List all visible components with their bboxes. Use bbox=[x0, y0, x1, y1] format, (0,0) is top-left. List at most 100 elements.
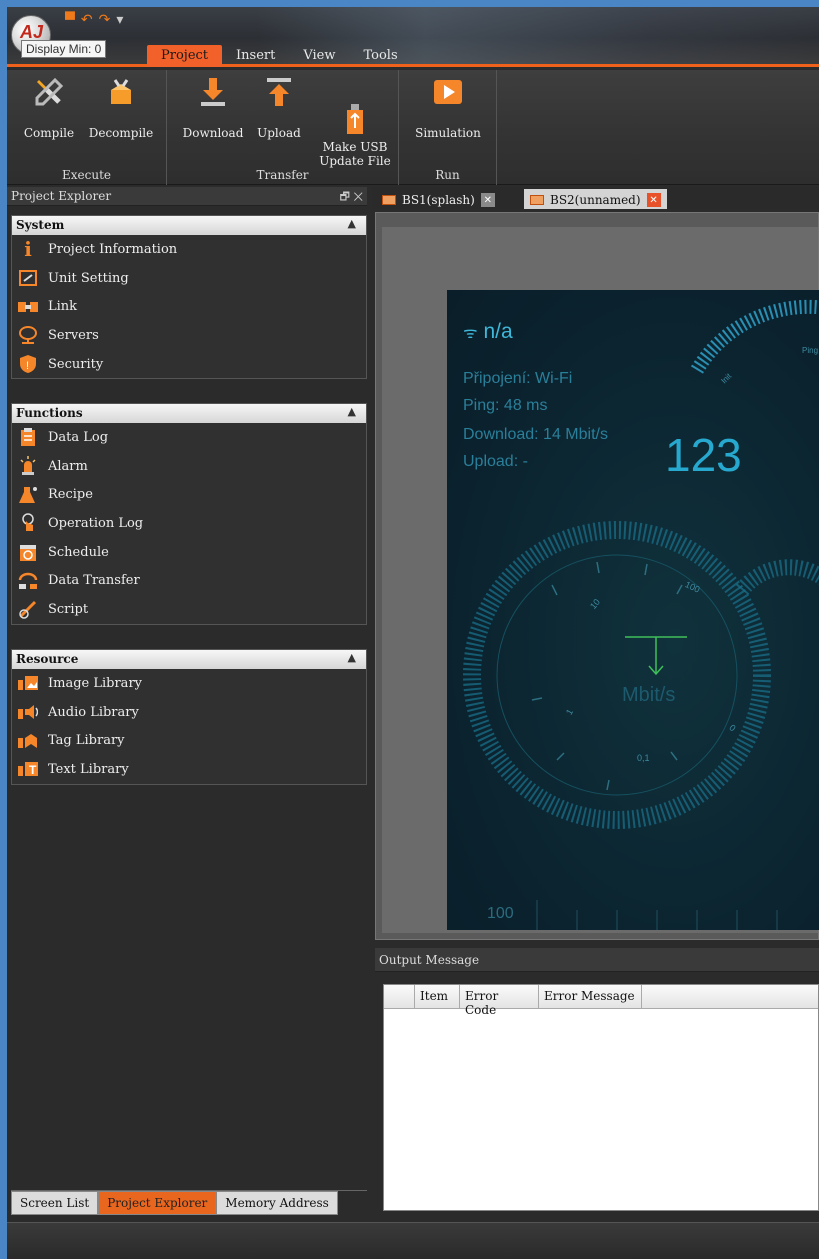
status-bar bbox=[7, 1222, 819, 1259]
doc-tab-bs2[interactable]: BS2(unnamed) ✕ bbox=[524, 189, 667, 209]
ribbon-group-execute: Compile Decompile Execute bbox=[7, 70, 167, 185]
project-explorer-title: Project Explorer 🗗 ✕ bbox=[7, 187, 367, 206]
text-library-icon: T bbox=[18, 759, 38, 779]
col-header-error-message[interactable]: Error Message bbox=[539, 985, 642, 1008]
script-icon bbox=[18, 599, 38, 620]
tab-tools[interactable]: Tools bbox=[349, 45, 411, 67]
screen-doc-icon bbox=[382, 195, 396, 205]
wifi-icon: ᯤ bbox=[463, 325, 478, 342]
collapse-icon[interactable]: ▲ bbox=[348, 651, 356, 664]
explorer-item-project-information[interactable]: i Project Information bbox=[12, 235, 366, 264]
cloud-server-icon bbox=[18, 325, 38, 345]
explorer-item-data-transfer[interactable]: Data Transfer bbox=[12, 566, 366, 595]
close-tab-icon[interactable]: ✕ bbox=[480, 193, 495, 207]
ping-label: Ping: 48 ms bbox=[463, 397, 548, 414]
info-icon: i bbox=[24, 237, 32, 262]
collapse-icon[interactable]: ▲ bbox=[348, 405, 356, 418]
col-header-select[interactable] bbox=[384, 985, 415, 1008]
undo-icon[interactable]: ↶ bbox=[81, 11, 93, 27]
clipboard-icon bbox=[18, 427, 38, 447]
explorer-item-audio-library[interactable]: Audio Library bbox=[12, 698, 366, 727]
download-button[interactable]: Download bbox=[179, 76, 247, 140]
screen-doc-icon bbox=[530, 195, 544, 205]
explorer-item-unit-setting[interactable]: Unit Setting bbox=[12, 264, 366, 293]
speed-value: 123 bbox=[665, 429, 742, 481]
customize-toolbar-icon[interactable]: ▾ bbox=[116, 11, 123, 27]
collapse-icon[interactable]: ▲ bbox=[348, 217, 356, 230]
explorer-item-tag-library[interactable]: Tag Library bbox=[12, 726, 366, 755]
explorer-item-image-library[interactable]: Image Library bbox=[12, 669, 366, 698]
explorer-item-text-library[interactable]: T Text Library bbox=[12, 755, 366, 784]
tooltip: Display Min: 0 bbox=[21, 40, 107, 58]
explorer-bottom-tabs: Screen List Project Explorer Memory Addr… bbox=[11, 1190, 367, 1216]
upload-icon bbox=[263, 76, 295, 108]
explorer-item-security[interactable]: ! Security bbox=[12, 350, 366, 379]
output-message-list[interactable]: Item Error Code Error Message bbox=[383, 984, 819, 1211]
play-icon bbox=[432, 76, 464, 108]
section-resource: Resource ▲ Image Library Audio Library T… bbox=[11, 649, 367, 785]
wrench-screwdriver-icon bbox=[33, 76, 65, 108]
doc-tab-bs1[interactable]: BS1(splash) ✕ bbox=[376, 189, 501, 209]
output-message-title: Output Message bbox=[375, 948, 819, 972]
tab-insert[interactable]: Insert bbox=[222, 45, 289, 67]
compile-label: Compile bbox=[23, 126, 75, 140]
redo-icon[interactable]: ↷ bbox=[99, 11, 111, 27]
svg-text:!: ! bbox=[26, 360, 29, 372]
group-label-transfer: Transfer bbox=[256, 168, 309, 182]
compile-button[interactable]: Compile bbox=[19, 76, 79, 140]
wifi-ssid: ᯤ n/a bbox=[463, 320, 513, 343]
image-library-icon bbox=[18, 673, 38, 693]
open-box-icon bbox=[105, 76, 137, 108]
decompile-label: Decompile bbox=[88, 126, 154, 140]
upload-button[interactable]: Upload bbox=[253, 76, 305, 140]
section-header-resource[interactable]: Resource ▲ bbox=[12, 650, 366, 669]
tag-icon bbox=[18, 731, 38, 751]
speaker-icon bbox=[18, 702, 38, 722]
tab-memory-address[interactable]: Memory Address bbox=[216, 1191, 338, 1215]
decompile-button[interactable]: Decompile bbox=[85, 76, 157, 140]
ribbon-group-transfer: Download Upload Make USB Update File Tra… bbox=[167, 70, 399, 185]
arc-label-ping: Ping bbox=[802, 346, 819, 355]
tab-project-explorer[interactable]: Project Explorer bbox=[98, 1191, 217, 1215]
tab-project[interactable]: Project bbox=[147, 45, 223, 67]
explorer-item-alarm[interactable]: Alarm bbox=[12, 452, 366, 481]
speed-unit: Mbit/s bbox=[622, 684, 676, 706]
save-icon[interactable]: ▀ bbox=[65, 11, 75, 27]
group-label-execute: Execute bbox=[61, 168, 111, 182]
quick-access-toolbar: ▀ ↶ ↷ ▾ bbox=[65, 11, 123, 27]
hmi-screen-preview[interactable]: ᯤ n/a Připojení: Wi-Fi Ping: 48 ms Downl… bbox=[447, 290, 819, 930]
explorer-item-link[interactable]: Link bbox=[12, 292, 366, 321]
app-window: AJ ▀ ↶ ↷ ▾ Display Min: 0 Project Insert… bbox=[7, 7, 819, 1259]
hand-pointer-icon bbox=[18, 513, 38, 533]
shield-icon: ! bbox=[18, 354, 38, 374]
unit-setting-icon bbox=[18, 268, 38, 288]
simulation-button[interactable]: Simulation bbox=[409, 76, 487, 140]
download-icon bbox=[197, 76, 229, 108]
make-usb-update-file-label: Make USB Update File bbox=[319, 140, 391, 168]
tab-screen-list[interactable]: Screen List bbox=[11, 1191, 99, 1215]
title-bar: AJ ▀ ↶ ↷ ▾ Display Min: 0 Project Insert… bbox=[7, 7, 819, 67]
explorer-item-recipe[interactable]: Recipe bbox=[12, 480, 366, 509]
pane-window-controls[interactable]: 🗗 ✕ bbox=[340, 188, 363, 207]
svg-text:T: T bbox=[29, 763, 37, 777]
upload-label: Upload bbox=[257, 126, 301, 140]
explorer-item-operation-log[interactable]: Operation Log bbox=[12, 509, 366, 538]
tab-view[interactable]: View bbox=[289, 45, 349, 67]
ribbon: Compile Decompile Execute Download Uploa… bbox=[7, 70, 819, 185]
simulation-label: Simulation bbox=[415, 126, 481, 140]
explorer-item-servers[interactable]: Servers bbox=[12, 321, 366, 350]
scale-value-100: 100 bbox=[487, 905, 514, 922]
explorer-item-script[interactable]: Script bbox=[12, 595, 366, 624]
col-header-error-code[interactable]: Error Code bbox=[460, 985, 539, 1017]
data-transfer-icon bbox=[18, 571, 38, 591]
close-tab-icon[interactable]: ✕ bbox=[646, 193, 661, 207]
section-system: System ▲ i Project Information Unit Sett… bbox=[11, 215, 367, 380]
section-header-system[interactable]: System ▲ bbox=[12, 216, 366, 235]
connection-label: Připojení: Wi-Fi bbox=[463, 370, 573, 387]
make-usb-update-file-button[interactable]: Make USB Update File bbox=[313, 76, 397, 168]
explorer-item-data-log[interactable]: Data Log bbox=[12, 423, 366, 452]
col-header-item[interactable]: Item bbox=[415, 985, 460, 1008]
ribbon-group-run: Simulation Run bbox=[399, 70, 497, 185]
explorer-item-schedule[interactable]: Schedule bbox=[12, 538, 366, 567]
section-header-functions[interactable]: Functions ▲ bbox=[12, 404, 366, 423]
